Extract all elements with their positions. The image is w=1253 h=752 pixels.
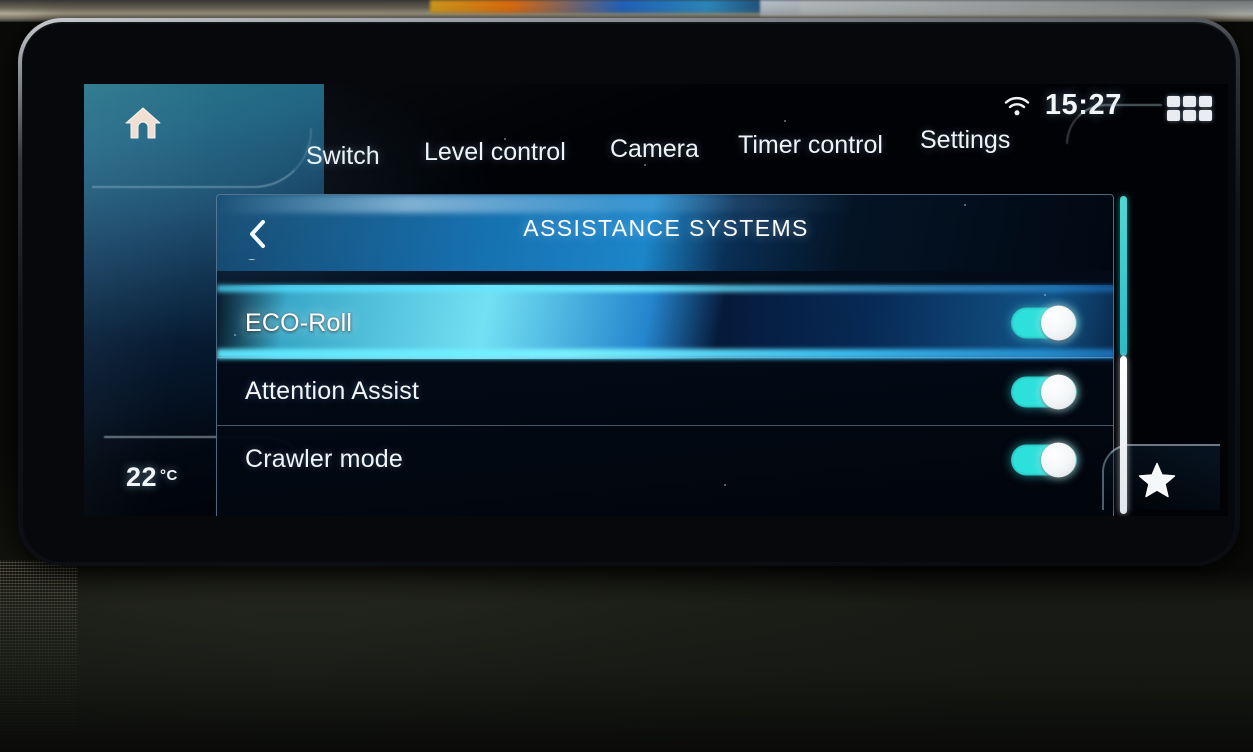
toggle-knob [1041,374,1076,409]
toggle-attention-assist[interactable] [1011,374,1077,409]
tab-settings-label: Settings [920,126,1011,154]
toggle-eco-roll[interactable] [1011,305,1077,341]
trim-reflection-white [760,0,1253,16]
grid-apps-icon[interactable] [1167,96,1212,121]
temperature-unit: °C [160,467,178,484]
list-item-attention-assist-label: Attention Assist [245,377,420,405]
list-item-crawler-mode[interactable]: Crawler mode [217,425,1113,493]
tab-level-control[interactable]: Level control [424,138,566,167]
tab-switch-label: Switch [306,142,380,170]
star-icon [1138,462,1176,498]
display-inner-bezel: 22 °C 15:27 Switch Level control Camera … [22,22,1236,562]
list-item-eco-roll-label: ECO-Roll [245,308,353,337]
scrollbar-thumb[interactable] [1120,356,1127,514]
sidebar-swoosh-top [92,128,312,188]
toggle-knob [1041,442,1076,477]
tab-timer-control-label: Timer control [738,131,883,159]
temperature-readout: 22 °C [126,462,178,493]
screenshot-root: 22 °C 15:27 Switch Level control Camera … [0,0,1253,752]
tab-settings[interactable]: Settings [920,126,1010,155]
temperature-value: 22 [126,462,158,492]
home-icon[interactable] [124,106,162,140]
page-title: ASSISTANCE SYSTEMS [523,215,809,241]
list-row-clipped-label: g [245,259,259,262]
settings-list: ECO-Roll Attention Assist Crawler mode [217,285,1113,493]
tab-camera-label: Camera [610,135,699,163]
trim-reflection-color [430,0,800,13]
display-bezel: 22 °C 15:27 Switch Level control Camera … [18,18,1240,566]
wifi-icon [1004,96,1030,117]
list-row-clipped[interactable]: g [217,259,1113,289]
list-item-crawler-mode-label: Crawler mode [245,445,404,473]
scrollbar-progress [1120,196,1127,356]
list-item-attention-assist[interactable]: Attention Assist [217,357,1113,425]
tab-level-control-label: Level control [424,138,566,166]
toggle-crawler-mode[interactable] [1011,442,1077,477]
tab-bar: Switch Level control Camera Timer contro… [306,126,1086,178]
tab-timer-control[interactable]: Timer control [738,131,883,160]
list-scrollbar[interactable] [1120,196,1127,514]
toggle-knob [1041,305,1076,341]
tab-switch[interactable]: Switch [306,142,380,171]
lcd-screen: 22 °C 15:27 Switch Level control Camera … [84,84,1228,516]
tab-camera[interactable]: Camera [610,135,699,164]
assistance-systems-panel: ASSISTANCE SYSTEMS g ECO-Roll [216,194,1114,516]
list-item-eco-roll[interactable]: ECO-Roll [217,285,1113,359]
hardware-button-bar: TEMP – TEMP + [0,570,1253,752]
